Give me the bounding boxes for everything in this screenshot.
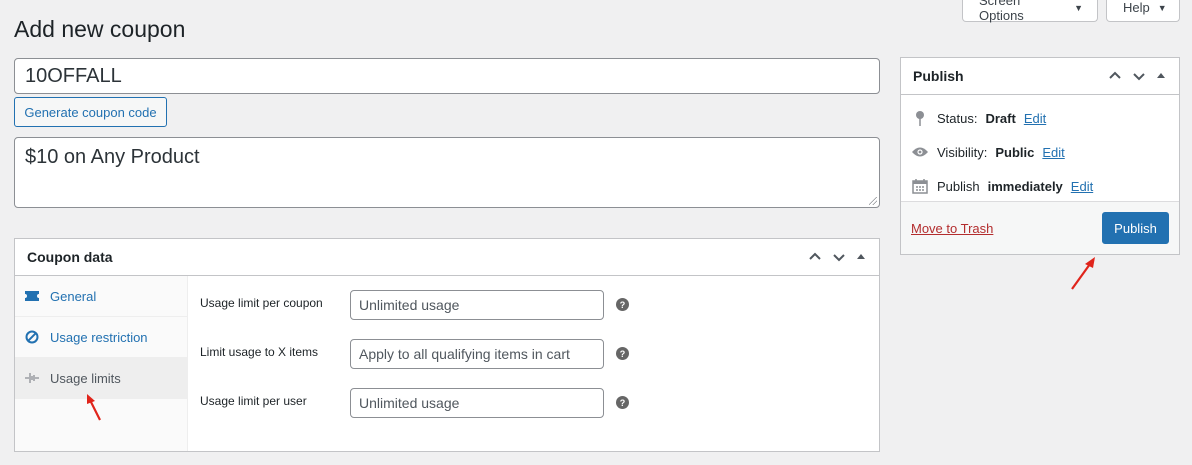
publish-header: Publish	[901, 58, 1179, 95]
usage-limit-per-user-label: Usage limit per user	[200, 394, 307, 408]
page-title: Add new coupon	[14, 16, 186, 42]
limit-usage-to-x-items-label: Limit usage to X items	[200, 345, 319, 359]
visibility-label: Visibility:	[937, 144, 988, 160]
usage-limits-fields: Usage limit per coupon Unlimited usage ?…	[188, 276, 879, 451]
schedule-value: immediately	[987, 178, 1063, 194]
publish-panel: Publish Status: Draft Edit Visibility: P…	[900, 57, 1180, 255]
help-button[interactable]: Help ▼	[1106, 0, 1180, 22]
move-down-icon[interactable]	[1131, 68, 1147, 84]
field-row-usage-limit-per-coupon: Usage limit per coupon Unlimited usage ?	[188, 290, 879, 339]
coupon-code-input[interactable]: 10OFFALL	[14, 58, 880, 94]
tab-usage-restriction-label: Usage restriction	[50, 329, 148, 345]
limit-usage-to-x-items-placeholder: Apply to all qualifying items in cart	[359, 346, 570, 362]
usage-limit-per-coupon-placeholder: Unlimited usage	[359, 297, 460, 313]
eye-icon	[911, 146, 929, 158]
coupon-data-title: Coupon data	[27, 249, 113, 265]
resize-handle[interactable]	[869, 197, 877, 205]
status-label: Status:	[937, 110, 978, 126]
move-up-icon[interactable]	[1107, 68, 1123, 84]
edit-status-link[interactable]: Edit	[1024, 111, 1046, 126]
coupon-data-tabs: General Usage restriction Usage limits	[15, 276, 188, 451]
caret-down-icon: ▼	[1074, 2, 1083, 13]
schedule-row: Publish immediately Edit	[911, 169, 1169, 203]
tab-general[interactable]: General	[15, 276, 187, 317]
coupon-data-panel: Coupon data General Usage restriction Us…	[14, 238, 880, 452]
visibility-value: Public	[995, 144, 1035, 160]
coupon-data-header: Coupon data	[15, 239, 879, 276]
move-to-trash-link[interactable]: Move to Trash	[911, 221, 993, 236]
publish-title: Publish	[913, 68, 964, 84]
tab-usage-restriction[interactable]: Usage restriction	[15, 317, 187, 358]
coupon-description-value: $10 on Any Product	[25, 146, 200, 168]
usage-limit-per-coupon-label: Usage limit per coupon	[200, 296, 323, 310]
edit-visibility-link[interactable]: Edit	[1042, 145, 1064, 160]
field-row-usage-limit-per-user: Usage limit per user Unlimited usage ?	[188, 388, 879, 437]
publish-button[interactable]: Publish	[1102, 212, 1169, 244]
help-label: Help	[1123, 0, 1150, 15]
status-value: Draft	[985, 110, 1016, 126]
annotation-arrow-icon	[1071, 257, 1095, 290]
annotation-arrow-icon	[87, 394, 101, 421]
ticket-icon	[24, 290, 40, 302]
screen-options-label: Screen Options	[979, 0, 1024, 23]
limit-usage-to-x-items-input[interactable]: Apply to all qualifying items in cart	[350, 339, 604, 369]
edit-schedule-link[interactable]: Edit	[1071, 179, 1093, 194]
limits-icon	[24, 371, 40, 385]
panel-handle-actions	[1107, 68, 1167, 84]
usage-limit-per-user-input[interactable]: Unlimited usage	[350, 388, 604, 418]
collapse-toggle-icon[interactable]	[855, 251, 867, 263]
publish-actions: Move to Trash Publish	[901, 201, 1179, 254]
screen-options-button[interactable]: Screen Options ▼	[962, 0, 1098, 23]
help-tip-icon[interactable]: ?	[616, 298, 629, 311]
coupon-description-textarea[interactable]: $10 on Any Product	[14, 137, 880, 208]
coupon-code-value: 10OFFALL	[25, 64, 122, 87]
help-tip-icon[interactable]: ?	[616, 396, 629, 409]
visibility-row: Visibility: Public Edit	[911, 135, 1169, 169]
move-up-icon[interactable]	[807, 249, 823, 265]
pin-icon	[911, 110, 929, 126]
calendar-icon	[911, 178, 929, 194]
tab-usage-limits-label: Usage limits	[50, 370, 121, 386]
panel-handle-actions	[807, 249, 867, 265]
status-row: Status: Draft Edit	[911, 101, 1169, 135]
generate-coupon-code-button[interactable]: Generate coupon code	[14, 97, 167, 127]
usage-limit-per-user-placeholder: Unlimited usage	[359, 395, 460, 411]
schedule-label: Publish	[937, 178, 980, 194]
move-down-icon[interactable]	[831, 249, 847, 265]
collapse-toggle-icon[interactable]	[1155, 70, 1167, 82]
tab-general-label: General	[50, 288, 97, 304]
help-tip-icon[interactable]: ?	[616, 347, 629, 360]
field-row-limit-usage-to-x-items: Limit usage to X items Apply to all qual…	[188, 339, 879, 388]
caret-down-icon: ▼	[1157, 2, 1167, 13]
block-icon	[24, 330, 40, 344]
usage-limit-per-coupon-input[interactable]: Unlimited usage	[350, 290, 604, 320]
